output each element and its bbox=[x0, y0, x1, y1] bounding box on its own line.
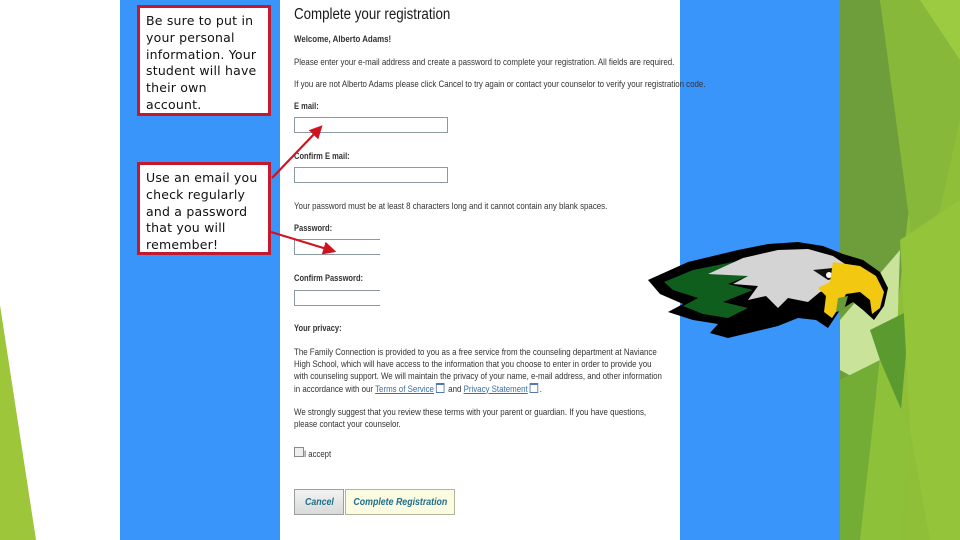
password-label: Password: bbox=[294, 223, 333, 233]
complete-registration-label: Complete Registration bbox=[353, 496, 447, 508]
complete-registration-button[interactable]: Complete Registration bbox=[345, 489, 455, 515]
password-field[interactable] bbox=[294, 239, 380, 255]
eagle-mascot-logo bbox=[648, 242, 888, 338]
welcome-text: Welcome, Alberto Adams! bbox=[294, 34, 392, 44]
password-rule-text: Your password must be at least 8 charact… bbox=[294, 201, 608, 211]
privacy-statement-link[interactable]: Privacy Statement bbox=[464, 384, 528, 394]
email-label: E mail: bbox=[294, 101, 319, 111]
privacy-heading: Your privacy: bbox=[294, 323, 342, 333]
callout-personal-info-text: Be sure to put in your personal informat… bbox=[146, 13, 257, 112]
cancel-button[interactable]: Cancel bbox=[294, 489, 344, 515]
confirm-email-field[interactable] bbox=[294, 167, 448, 183]
confirm-password-label: Confirm Password: bbox=[294, 273, 364, 283]
instructions-text: Please enter your e-mail address and cre… bbox=[294, 57, 675, 67]
callout-personal-info: Be sure to put in your personal informat… bbox=[137, 5, 271, 116]
background-green-triangle-left bbox=[0, 305, 36, 540]
accept-checkbox[interactable] bbox=[294, 447, 304, 457]
review-terms-paragraph: We strongly suggest that you review thes… bbox=[294, 407, 647, 430]
cancel-button-label: Cancel bbox=[304, 496, 334, 508]
external-window-icon bbox=[435, 382, 445, 393]
period-text: . bbox=[539, 383, 542, 394]
accept-label: I accept bbox=[304, 449, 332, 459]
and-text: and bbox=[445, 383, 464, 394]
terms-of-service-link[interactable]: Terms of Service bbox=[375, 384, 434, 394]
confirm-email-label: Confirm E mail: bbox=[294, 151, 350, 161]
callout-email-password-text: Use an email you check regularly and a p… bbox=[146, 170, 258, 253]
email-field[interactable] bbox=[294, 117, 448, 133]
confirm-password-field[interactable] bbox=[294, 290, 380, 306]
page-title: Complete your registration bbox=[294, 6, 451, 23]
external-window-icon bbox=[529, 382, 539, 393]
callout-email-password: Use an email you check regularly and a p… bbox=[137, 162, 271, 255]
not-user-notice: If you are not Alberto Adams please clic… bbox=[294, 79, 706, 89]
privacy-paragraph: The Family Connection is provided to you… bbox=[294, 346, 664, 395]
